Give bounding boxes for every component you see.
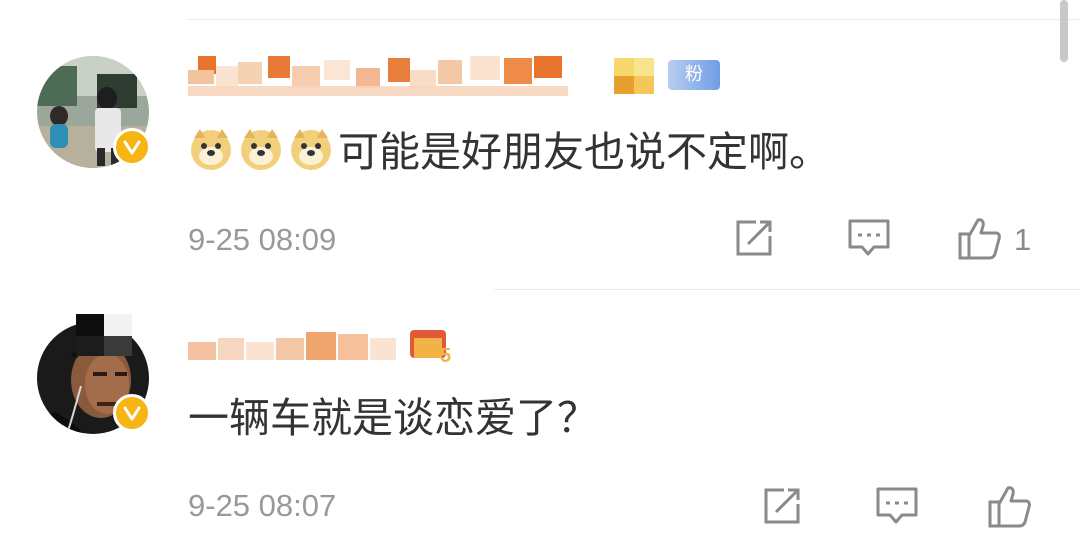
- comment-text-content: 可能是好朋友也说不定啊。: [338, 128, 830, 176]
- repost-icon: [732, 216, 776, 264]
- verified-badge-icon: [113, 128, 151, 166]
- repost-button[interactable]: [732, 216, 776, 264]
- repost-icon: [760, 484, 804, 532]
- doge-emoji-icon: [188, 126, 234, 182]
- avatar-mosaic: [76, 314, 132, 356]
- comment-time: 9-25 08:07: [188, 488, 337, 523]
- svg-text:5: 5: [440, 345, 451, 364]
- doge-emoji-icon: [238, 126, 284, 182]
- comment-button[interactable]: [874, 484, 920, 532]
- comment-text: 一辆车就是谈恋爱了？: [188, 394, 598, 442]
- comment-time: 9-25 08:09: [188, 222, 337, 257]
- comment-item: 粉 可能是好朋友也说不定啊。 9-25 08:09 1: [0, 0, 1080, 290]
- verified-badge-icon: [113, 394, 151, 432]
- like-button[interactable]: [986, 482, 1034, 534]
- level-badge-icon: 5: [410, 330, 456, 367]
- comment-text: 可能是好朋友也说不定啊。: [188, 126, 830, 182]
- like-icon: [956, 214, 1004, 266]
- doge-emoji-icon: [288, 126, 334, 182]
- comment-icon: [874, 484, 920, 532]
- like-icon: [986, 482, 1034, 534]
- username-mosaic[interactable]: [188, 328, 408, 364]
- avatar[interactable]: [37, 56, 151, 168]
- repost-button[interactable]: [760, 484, 804, 532]
- comment-icon: [846, 216, 892, 264]
- fan-badge: 粉: [668, 60, 720, 90]
- comment-button[interactable]: [846, 216, 892, 264]
- member-badge-mosaic: [614, 58, 654, 94]
- like-button[interactable]: 1: [956, 214, 1031, 266]
- like-count: 1: [1014, 222, 1032, 257]
- comment-item: 5 一辆车就是谈恋爱了？ 9-25 08:07: [0, 290, 1080, 552]
- username-mosaic[interactable]: [188, 52, 608, 98]
